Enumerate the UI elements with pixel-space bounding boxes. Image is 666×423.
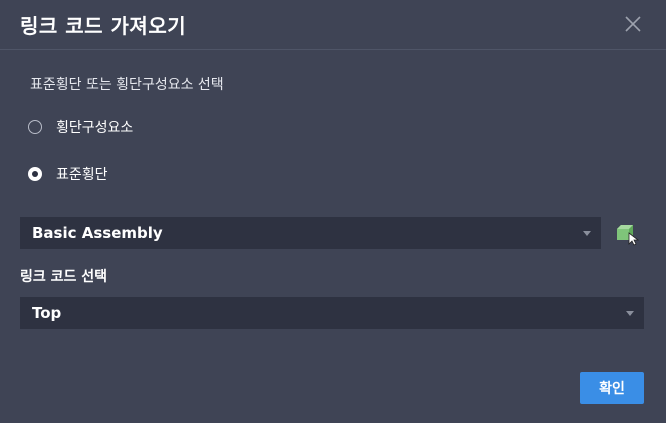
assembly-select[interactable]: Basic Assembly	[20, 217, 601, 249]
close-button[interactable]	[622, 13, 644, 35]
chevron-down-icon	[583, 231, 591, 236]
radio-label: 횡단구성요소	[56, 120, 134, 136]
link-code-import-dialog: 링크 코드 가져오기 표준횡단 또는 횡단구성요소 선택 횡단구성요소 표준횡단…	[0, 0, 666, 423]
pick-from-drawing-icon	[617, 225, 640, 246]
chevron-down-icon	[626, 311, 634, 316]
link-code-select-value: Top	[32, 304, 62, 322]
link-code-label: 링크 코드 선택	[20, 269, 108, 285]
ok-button[interactable]: 확인	[580, 372, 644, 404]
dialog-title: 링크 코드 가져오기	[20, 14, 187, 38]
radio-option-subassembly[interactable]: 횡단구성요소	[28, 117, 133, 137]
assembly-source-label: 표준횡단 또는 횡단구성요소 선택	[30, 77, 224, 93]
dialog-title-bar: 링크 코드 가져오기	[0, 0, 666, 50]
radio-option-assembly[interactable]: 표준횡단	[28, 164, 108, 184]
link-code-select[interactable]: Top	[20, 297, 644, 329]
close-icon	[625, 16, 641, 32]
pick-from-drawing-button[interactable]	[614, 222, 640, 246]
radio-label: 표준횡단	[56, 167, 108, 183]
radio-button-checked[interactable]	[28, 167, 42, 181]
radio-button[interactable]	[28, 120, 42, 134]
assembly-select-value: Basic Assembly	[32, 224, 163, 242]
